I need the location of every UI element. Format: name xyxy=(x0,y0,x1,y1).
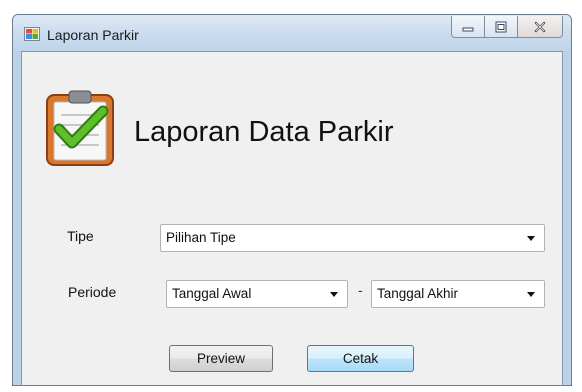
app-window: Laporan Parkir Laporan Data Parkir Tipe … xyxy=(12,14,572,386)
chevron-down-icon xyxy=(330,292,338,297)
minimize-button[interactable] xyxy=(451,16,485,38)
tanggal-akhir-value: Tanggal Akhir xyxy=(377,286,459,301)
periode-label: Periode xyxy=(68,284,117,300)
tipe-dropdown-value: Pilihan Tipe xyxy=(166,230,236,245)
maximize-icon xyxy=(495,21,507,32)
minimize-icon xyxy=(462,27,474,31)
tipe-dropdown[interactable]: Pilihan Tipe xyxy=(160,224,545,252)
close-icon xyxy=(534,20,546,33)
chevron-down-icon xyxy=(527,292,535,297)
chevron-down-icon xyxy=(527,236,535,241)
cetak-button[interactable]: Cetak xyxy=(307,345,414,372)
close-button[interactable] xyxy=(517,16,563,38)
tipe-label: Tipe xyxy=(67,228,94,244)
title-bar[interactable]: Laporan Parkir xyxy=(13,15,571,51)
clipboard-check-icon xyxy=(46,90,114,166)
tanggal-awal-value: Tanggal Awal xyxy=(172,286,252,301)
period-separator: - xyxy=(358,282,363,298)
window-controls xyxy=(451,16,563,38)
window-title: Laporan Parkir xyxy=(47,27,139,43)
tanggal-awal-dropdown[interactable]: Tanggal Awal xyxy=(166,280,348,308)
maximize-button[interactable] xyxy=(484,16,518,38)
tanggal-akhir-dropdown[interactable]: Tanggal Akhir xyxy=(371,280,545,308)
page-title: Laporan Data Parkir xyxy=(134,116,394,148)
form-client-area: Laporan Data Parkir Tipe Pilihan Tipe Pe… xyxy=(21,51,563,385)
preview-button[interactable]: Preview xyxy=(169,345,273,372)
app-icon xyxy=(24,27,40,41)
